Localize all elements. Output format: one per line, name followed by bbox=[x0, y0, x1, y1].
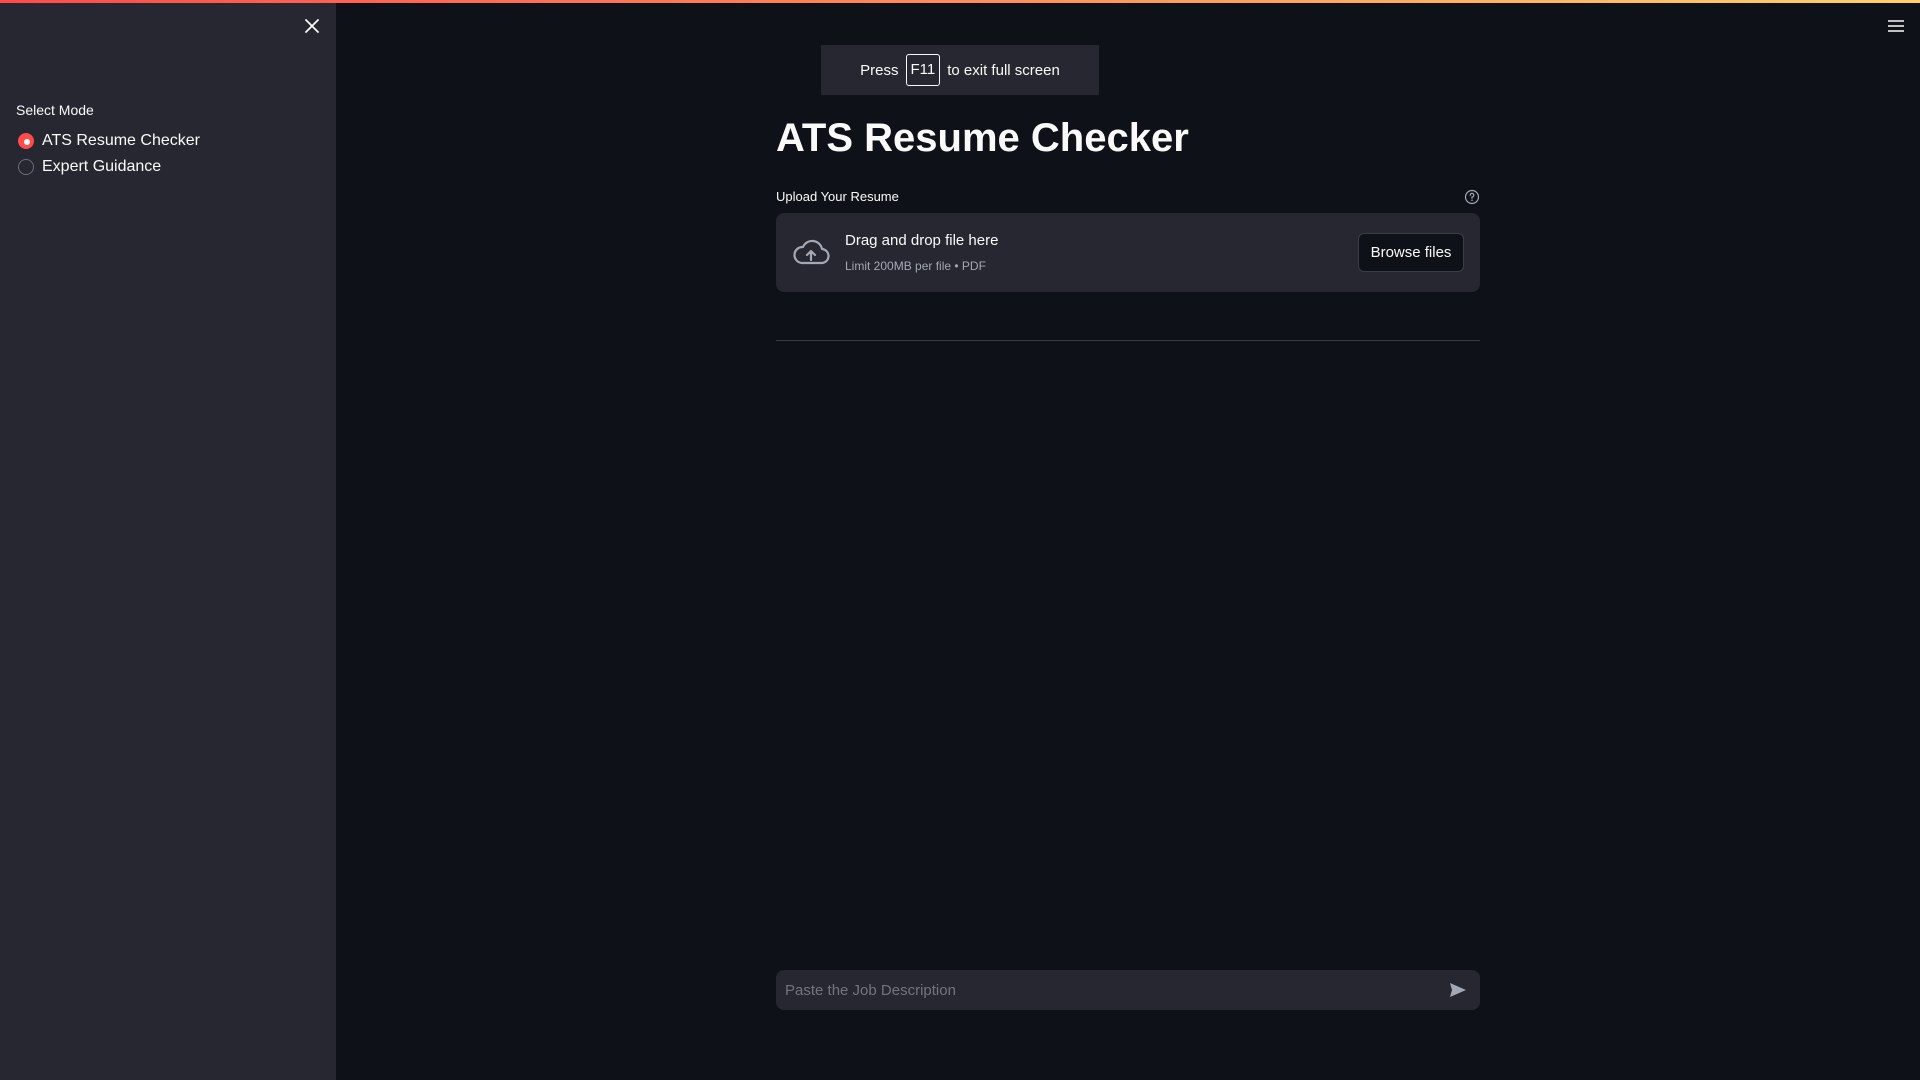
radio-button-unselected[interactable] bbox=[18, 159, 34, 175]
file-dropzone[interactable]: Drag and drop file here Limit 200MB per … bbox=[776, 213, 1480, 292]
close-icon[interactable] bbox=[300, 14, 324, 38]
radio-option-label: Expert Guidance bbox=[42, 158, 162, 175]
radio-option-ats-resume-checker[interactable]: ATS Resume Checker bbox=[18, 128, 200, 154]
help-circle-icon[interactable] bbox=[1464, 189, 1480, 205]
sidebar: Select Mode ATS Resume Checker Expert Gu… bbox=[0, 0, 336, 1080]
radio-button-selected[interactable] bbox=[18, 133, 34, 149]
job-description-chat-input bbox=[776, 970, 1480, 1010]
browse-files-button[interactable]: Browse files bbox=[1358, 233, 1464, 272]
page-title: ATS Resume Checker bbox=[776, 116, 1189, 160]
divider bbox=[776, 340, 1480, 341]
main-content: ATS Resume Checker Upload Your Resume Dr… bbox=[776, 0, 1480, 1080]
dropzone-limit-text: Limit 200MB per file • PDF bbox=[845, 259, 986, 273]
radio-option-expert-guidance[interactable]: Expert Guidance bbox=[18, 154, 200, 180]
job-description-input[interactable] bbox=[776, 970, 1426, 1010]
dropzone-title: Drag and drop file here bbox=[845, 232, 999, 249]
radio-option-label: ATS Resume Checker bbox=[42, 132, 200, 149]
send-icon[interactable] bbox=[1448, 980, 1468, 1000]
cloud-upload-icon bbox=[792, 237, 830, 267]
top-decoration-bar bbox=[0, 0, 1920, 3]
select-mode-label: Select Mode bbox=[16, 102, 94, 118]
mode-radio-group: ATS Resume Checker Expert Guidance bbox=[18, 128, 200, 180]
upload-resume-label: Upload Your Resume bbox=[776, 189, 899, 204]
hamburger-menu-icon[interactable] bbox=[1884, 14, 1908, 38]
